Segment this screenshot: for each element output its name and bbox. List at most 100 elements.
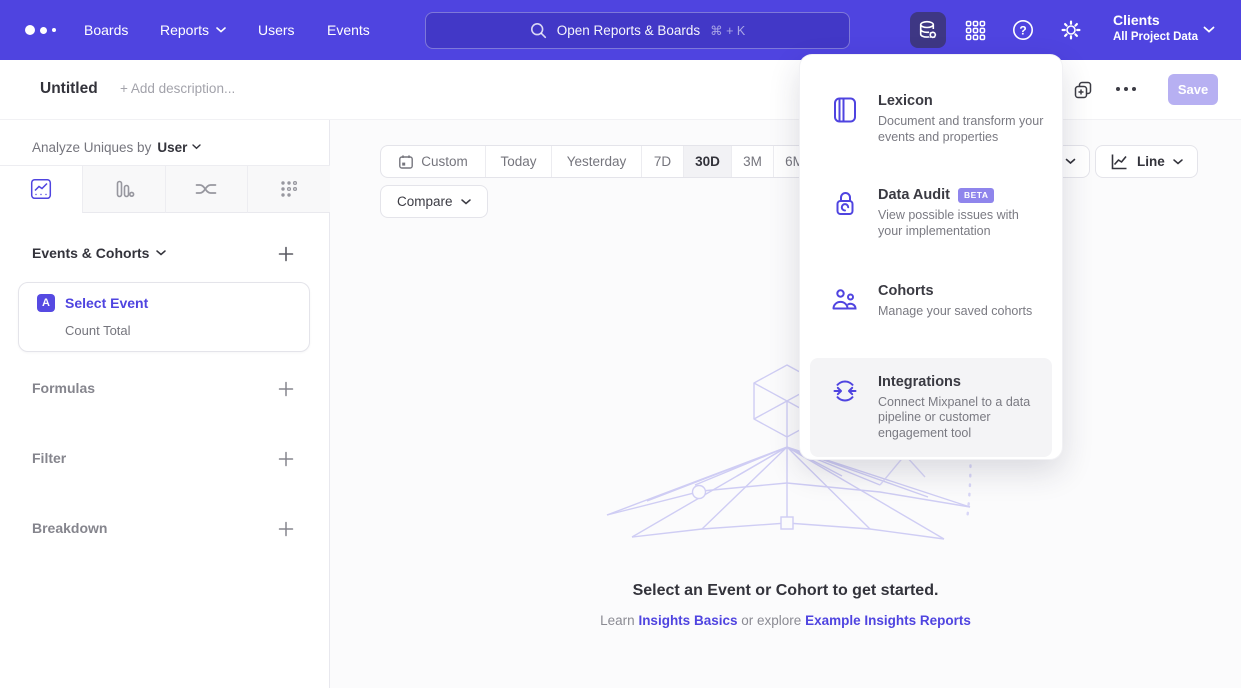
nav-users-label: Users: [258, 22, 295, 38]
chevron-down-icon: [461, 199, 471, 205]
date-today[interactable]: Today: [485, 146, 551, 177]
add-filter-icon[interactable]: [278, 451, 294, 467]
event-card[interactable]: A Select Event Count Total: [18, 282, 310, 352]
date-3m-label: 3M: [743, 154, 762, 169]
org-name: Clients: [1113, 11, 1198, 29]
nav-reports[interactable]: Reports: [160, 0, 226, 60]
help-icon: ?: [1012, 19, 1034, 41]
line-chart-icon: [30, 178, 52, 200]
scatter-chart-icon: [278, 178, 300, 200]
date-3m[interactable]: 3M: [731, 146, 773, 177]
date-yesterday[interactable]: Yesterday: [551, 146, 641, 177]
chart-type-label: Line: [1137, 154, 1165, 169]
data-audit-title: Data Audit: [878, 187, 950, 203]
bar-chart-icon: [113, 178, 135, 200]
events-cohorts-header[interactable]: Events & Cohorts: [32, 245, 166, 261]
chevron-down-icon: [192, 144, 201, 150]
tab-bar-chart[interactable]: [82, 166, 165, 213]
tab-line-chart[interactable]: [0, 166, 82, 213]
cohorts-icon: [830, 285, 860, 315]
duplicate-icon[interactable]: [1073, 80, 1093, 100]
date-custom[interactable]: Custom: [381, 146, 485, 177]
nav-events-label: Events: [327, 22, 370, 38]
cohorts-description: Manage your saved cohorts: [878, 304, 1032, 320]
date-custom-label: Custom: [421, 154, 468, 169]
apps-grid-button[interactable]: [957, 12, 993, 48]
empty-state-title: Select an Event or Cohort to get started…: [330, 582, 1241, 600]
nav-events[interactable]: Events: [327, 0, 370, 60]
add-formula-icon[interactable]: [278, 381, 294, 397]
beta-badge: BETA: [958, 188, 995, 203]
subtitle-middle: or explore: [741, 613, 801, 628]
chevron-down-icon: [1203, 26, 1215, 34]
menu-item-cohorts[interactable]: Cohorts Manage your saved cohorts: [800, 275, 1062, 328]
chevron-down-icon: [156, 250, 166, 256]
insights-basics-link[interactable]: Insights Basics: [638, 613, 737, 628]
calendar-icon: [398, 154, 414, 170]
nav-users[interactable]: Users: [258, 0, 295, 60]
chart-type-tabs: [0, 165, 330, 213]
date-7d[interactable]: 7D: [641, 146, 683, 177]
flow-chart-icon: [194, 178, 218, 200]
date-30d-label: 30D: [695, 154, 720, 169]
report-description-placeholder[interactable]: + Add description...: [120, 81, 235, 96]
analyze-prefix: Analyze Uniques by: [32, 140, 151, 155]
nav-boards[interactable]: Boards: [84, 0, 128, 60]
query-sidebar: Analyze Uniques by User: [0, 120, 330, 688]
filter-section: Filter: [0, 448, 330, 472]
compare-button[interactable]: Compare: [380, 185, 488, 218]
report-title[interactable]: Untitled: [40, 80, 98, 98]
integrations-icon: [830, 376, 860, 406]
save-button[interactable]: Save: [1168, 74, 1218, 105]
chevron-down-icon: [1173, 159, 1183, 165]
add-event-icon[interactable]: [278, 246, 294, 262]
event-series-badge: A: [37, 294, 55, 312]
events-cohorts-section: Events & Cohorts: [0, 243, 330, 267]
report-canvas: Custom Today Yesterday 7D 30D 3M 6M Comp…: [330, 120, 1241, 688]
empty-state-subtitle: Learn Insights Basics or explore Example…: [330, 613, 1241, 628]
mixpanel-logo[interactable]: [25, 0, 56, 60]
count-metric-label[interactable]: Count Total: [65, 323, 131, 338]
project-switcher[interactable]: Clients All Project Data: [1113, 11, 1198, 45]
compare-label: Compare: [397, 194, 453, 209]
add-breakdown-icon[interactable]: [278, 521, 294, 537]
menu-item-integrations[interactable]: Integrations Connect Mixpanel to a data …: [810, 358, 1052, 458]
date-today-label: Today: [500, 154, 536, 169]
cohorts-title: Cohorts: [878, 283, 1032, 299]
tab-scatter-chart[interactable]: [247, 166, 330, 213]
date-yesterday-label: Yesterday: [567, 154, 627, 169]
lexicon-title: Lexicon: [878, 93, 1046, 109]
breakdown-section: Breakdown: [0, 518, 330, 542]
search-shortcut: ⌘ + K: [710, 23, 745, 38]
data-audit-icon: [830, 189, 860, 219]
filter-label: Filter: [32, 450, 66, 466]
example-reports-link[interactable]: Example Insights Reports: [805, 613, 971, 628]
more-options-icon[interactable]: [1115, 86, 1137, 92]
analyze-entity-dropdown[interactable]: User: [157, 140, 201, 155]
search-icon: [530, 22, 547, 39]
chevron-down-icon: [1065, 158, 1076, 165]
tab-flow-chart[interactable]: [165, 166, 248, 213]
chart-type-dropdown[interactable]: Line: [1095, 145, 1198, 178]
data-management-menu: Lexicon Document and transform your even…: [800, 55, 1062, 459]
date-30d[interactable]: 30D: [683, 146, 731, 177]
chevron-down-icon: [216, 27, 226, 33]
analyze-uniques-row: Analyze Uniques by User: [32, 132, 201, 162]
menu-item-lexicon[interactable]: Lexicon Document and transform your even…: [800, 85, 1062, 153]
apps-grid-icon: [965, 20, 986, 41]
data-management-button[interactable]: [910, 12, 946, 48]
project-scope: All Project Data: [1113, 29, 1198, 45]
nav-reports-label: Reports: [160, 22, 209, 38]
select-event-label[interactable]: Select Event: [65, 295, 148, 311]
help-button[interactable]: ?: [1005, 12, 1041, 48]
global-search-input[interactable]: Open Reports & Boards ⌘ + K: [425, 12, 850, 49]
settings-button[interactable]: [1053, 12, 1089, 48]
lexicon-icon: [830, 95, 860, 125]
events-cohorts-label: Events & Cohorts: [32, 245, 149, 261]
data-audit-description: View possible issues with your implement…: [878, 208, 1046, 239]
date-7d-label: 7D: [654, 154, 671, 169]
database-gear-icon: [917, 19, 939, 41]
learn-prefix: Learn: [600, 613, 635, 628]
menu-item-data-audit[interactable]: Data Audit BETA View possible issues wit…: [800, 179, 1062, 247]
breakdown-label: Breakdown: [32, 520, 107, 536]
